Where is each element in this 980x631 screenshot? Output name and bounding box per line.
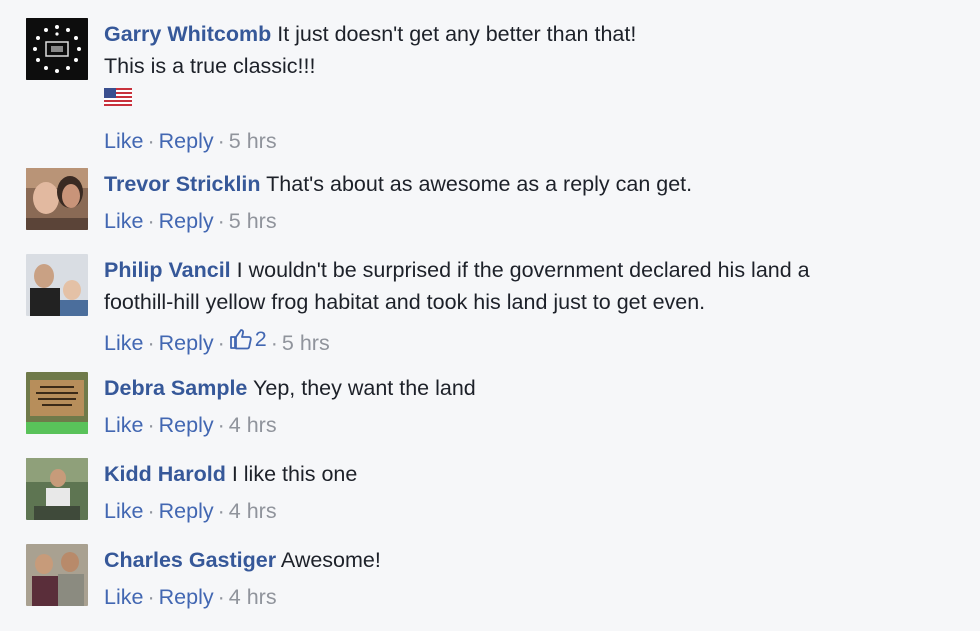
comment-text-continued: This is a true classic!!!	[104, 54, 316, 78]
avatar[interactable]	[26, 458, 88, 520]
comment-actions: Like · Reply · 5 hrs	[104, 209, 277, 233]
like-link[interactable]: Like	[104, 331, 143, 355]
comment-timestamp[interactable]: 5 hrs	[229, 209, 277, 233]
comment-text: I like this one	[231, 462, 358, 486]
like-link[interactable]: Like	[104, 209, 143, 233]
comment-text: It just doesn't get any better than that…	[277, 22, 637, 46]
comment-text-continued: foothill-hill yellow frog habitat and to…	[104, 290, 706, 314]
profile-photo-icon	[26, 372, 88, 434]
us-flag-icon	[104, 88, 132, 106]
reply-link[interactable]: Reply	[159, 209, 214, 233]
like-link[interactable]: Like	[104, 585, 143, 609]
avatar[interactable]	[26, 168, 88, 230]
avatar[interactable]	[26, 18, 88, 80]
comment-actions: Like · Reply · 5 hrs	[104, 129, 277, 153]
comment-author[interactable]: Charles Gastiger	[104, 548, 276, 572]
stars-logo-icon	[26, 18, 88, 80]
like-link[interactable]: Like	[104, 413, 143, 437]
comment-timestamp[interactable]: 4 hrs	[229, 585, 277, 609]
avatar[interactable]	[26, 372, 88, 434]
reply-link[interactable]: Reply	[159, 331, 214, 355]
comment-thread: Garry Whitcomb It just doesn't get any b…	[0, 0, 980, 631]
comment-timestamp[interactable]: 5 hrs	[229, 129, 277, 153]
profile-photo-icon	[26, 254, 88, 316]
comment-timestamp[interactable]: 4 hrs	[229, 499, 277, 523]
comment-author[interactable]: Debra Sample	[104, 376, 247, 400]
reply-link[interactable]: Reply	[159, 585, 214, 609]
comment-author[interactable]: Kidd Harold	[104, 462, 226, 486]
comment-text: I wouldn't be surprised if the governmen…	[236, 258, 810, 282]
comment-actions: Like · Reply · 2 · 5 hrs	[104, 324, 970, 358]
like-count-value: 2	[254, 327, 267, 351]
us-flag-emoji	[104, 82, 970, 114]
avatar[interactable]	[26, 544, 88, 606]
like-count[interactable]: 2	[229, 324, 267, 354]
comment-text: That's about as awesome as a reply can g…	[266, 172, 693, 196]
comment-author[interactable]: Trevor Stricklin	[104, 172, 261, 196]
comment-text: Awesome!	[280, 548, 381, 572]
comment-timestamp[interactable]: 5 hrs	[282, 331, 330, 355]
profile-photo-icon	[26, 544, 88, 606]
comment-actions: Like · Reply · 4 hrs	[104, 413, 277, 437]
reply-link[interactable]: Reply	[159, 499, 214, 523]
comment-author[interactable]: Philip Vancil	[104, 258, 231, 282]
comment-text: Yep, they want the land	[253, 376, 476, 400]
reply-link[interactable]: Reply	[159, 413, 214, 437]
comment-actions: Like · Reply · 4 hrs	[104, 499, 277, 523]
reply-link[interactable]: Reply	[159, 129, 214, 153]
avatar[interactable]	[26, 254, 88, 316]
profile-photo-icon	[26, 458, 88, 520]
thumbs-up-icon	[229, 329, 252, 350]
profile-photo-icon	[26, 168, 88, 230]
comment-author[interactable]: Garry Whitcomb	[104, 22, 271, 46]
like-link[interactable]: Like	[104, 129, 143, 153]
like-link[interactable]: Like	[104, 499, 143, 523]
comment-timestamp[interactable]: 4 hrs	[229, 413, 277, 437]
comment-actions: Like · Reply · 4 hrs	[104, 585, 277, 609]
